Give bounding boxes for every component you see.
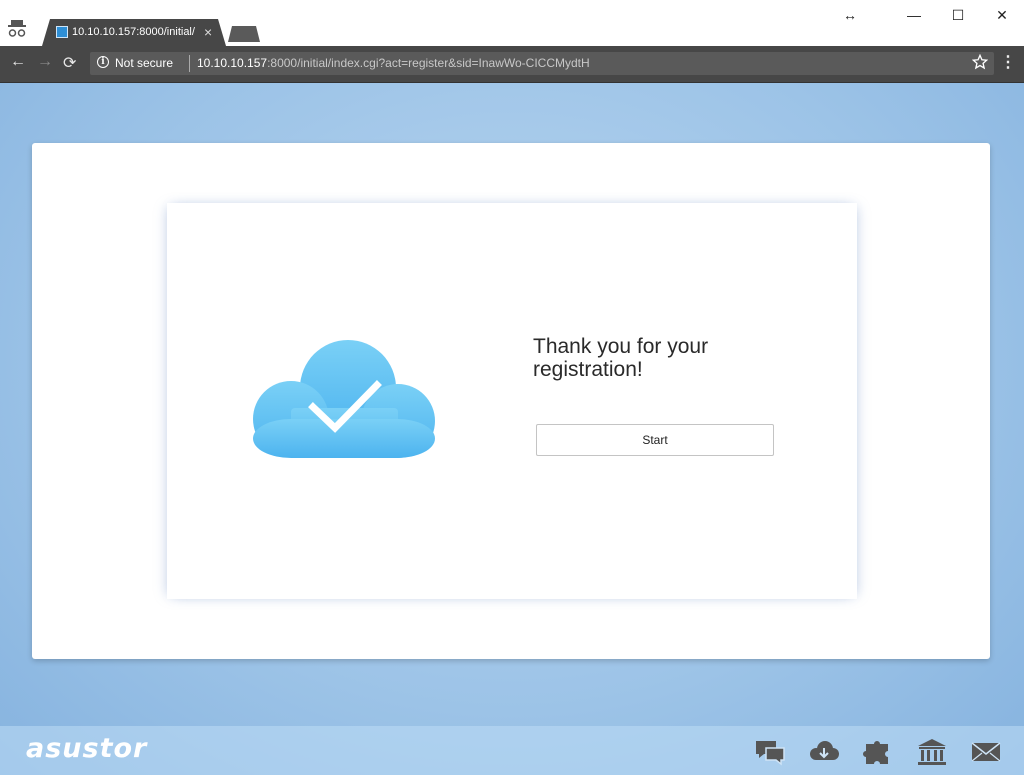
favicon-icon <box>56 26 68 38</box>
thank-you-message: Thank you for your registration! <box>533 335 709 381</box>
url-path: :8000/initial/index.cgi?act=register&sid… <box>267 56 590 70</box>
start-button[interactable]: Start <box>536 424 774 456</box>
cloud-check-icon <box>253 340 435 458</box>
menu-icon[interactable]: ⋮ <box>1000 54 1016 72</box>
incognito-icon <box>8 20 26 37</box>
star-icon[interactable] <box>972 54 988 70</box>
tab-title: 10.10.10.157:8000/initial/ <box>72 26 195 38</box>
info-icon[interactable]: i <box>97 56 109 68</box>
apps-icon[interactable] <box>862 738 894 766</box>
divider <box>189 55 190 72</box>
maximize-button[interactable]: ☐ <box>938 0 978 30</box>
address-bar[interactable]: i Not secure 10.10.10.157:8000/initial/i… <box>90 52 994 75</box>
window-titlebar: 10.10.10.157:8000/initial/ × ↔ — ☐ ✕ <box>0 0 1024 46</box>
back-button[interactable]: ← <box>10 53 26 71</box>
page-background: Thank you for your registration! Start a… <box>0 83 1024 775</box>
asustor-logo: asustor <box>26 733 148 764</box>
security-label[interactable]: Not secure <box>115 56 173 70</box>
registration-card: Thank you for your registration! Start <box>32 143 990 659</box>
url-host: 10.10.10.157 <box>197 56 268 70</box>
chat-icon[interactable] <box>754 738 786 766</box>
cloud-download-icon[interactable] <box>808 738 840 766</box>
tab-close-icon[interactable]: × <box>204 24 212 40</box>
mail-icon[interactable] <box>970 738 1002 766</box>
minimize-button[interactable]: — <box>894 0 934 30</box>
resize-icon[interactable]: ↔ <box>830 0 870 30</box>
forward-button[interactable]: → <box>37 53 53 71</box>
tab-active[interactable]: 10.10.10.157:8000/initial/ × <box>42 19 226 46</box>
new-tab-button[interactable] <box>228 26 260 42</box>
url-text[interactable]: 10.10.10.157:8000/initial/index.cgi?act=… <box>197 56 590 70</box>
footer-bar: asustor <box>0 726 1024 775</box>
close-window-button[interactable]: ✕ <box>982 0 1022 30</box>
bank-icon[interactable] <box>916 738 948 766</box>
reload-button[interactable]: ⟳ <box>63 53 76 73</box>
